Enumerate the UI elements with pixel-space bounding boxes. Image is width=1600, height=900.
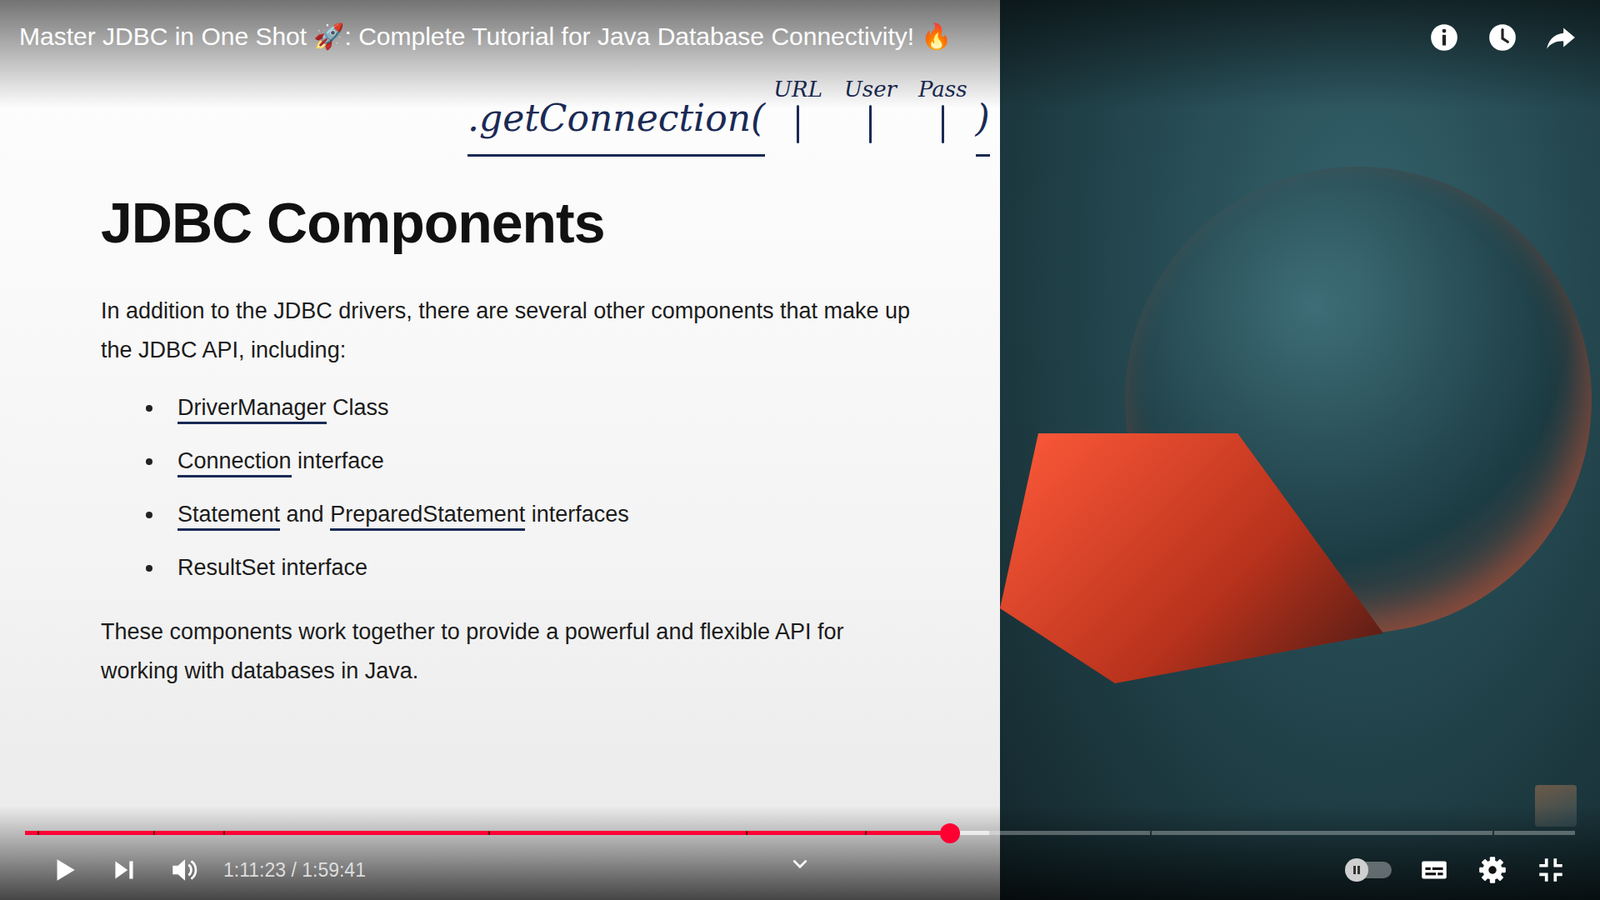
share-icon[interactable] [1545, 21, 1577, 54]
chapter-mark [1150, 830, 1152, 835]
chapter-mark [37, 830, 40, 835]
bullet-item: DriverManager Class [145, 388, 934, 428]
chapter-mark [153, 830, 155, 835]
slide-heading: JDBC Components [100, 190, 934, 255]
photo [1000, 0, 1600, 900]
controls: 1:11:23 / 1:59:41 [0, 805, 1600, 900]
bullet-dot [145, 405, 153, 412]
volume-icon[interactable] [168, 854, 200, 886]
top-bar: Master JDBC in One Shot 🚀: Complete Tuto… [0, 0, 1600, 109]
bullet-dot [145, 565, 153, 572]
slide: .getConnection(URLUserPass)JDBC Componen… [0, 0, 1000, 900]
chapter-mark [745, 830, 748, 835]
progress-bar[interactable] [25, 830, 1575, 835]
bullet-list: DriverManager Class Connection interface S… [100, 388, 934, 588]
pause-icon [1350, 863, 1364, 877]
scrubber[interactable] [940, 823, 960, 844]
play-icon[interactable] [48, 854, 80, 886]
chapter-mark [488, 830, 490, 835]
bullet-item: Connection interface [145, 441, 934, 481]
autoplay-toggle[interactable] [1348, 861, 1392, 879]
bullet-dot [145, 458, 153, 465]
clock-icon[interactable] [1486, 21, 1519, 54]
chevron-down-icon[interactable] [789, 853, 811, 875]
next-icon[interactable] [108, 854, 140, 886]
subtitles-icon[interactable] [1418, 854, 1450, 886]
exit-fullscreen-icon[interactable] [1535, 854, 1567, 886]
bullet-item: ResultSet interface [145, 548, 934, 588]
video-frame: .getConnection(URLUserPass)JDBC Componen… [0, 0, 1600, 900]
chapter-mark [1492, 830, 1495, 835]
slide-outro: These components work together to provid… [100, 612, 918, 691]
video-player[interactable]: .getConnection(URLUserPass)JDBC Componen… [0, 0, 1600, 900]
gear-icon[interactable] [1476, 854, 1509, 886]
video-title[interactable]: Master JDBC in One Shot 🚀: Complete Tuto… [19, 15, 952, 59]
time-display: 1:11:23 / 1:59:41 [223, 859, 366, 882]
bullet-dot [145, 511, 153, 519]
slide-intro: In addition to the JDBC drivers, there a… [100, 291, 918, 370]
chapter-mark [223, 830, 225, 835]
chapter-mark [865, 830, 867, 835]
info-icon[interactable] [1428, 21, 1460, 54]
bullet-item: Statement and PreparedStatement interfac… [145, 495, 934, 535]
